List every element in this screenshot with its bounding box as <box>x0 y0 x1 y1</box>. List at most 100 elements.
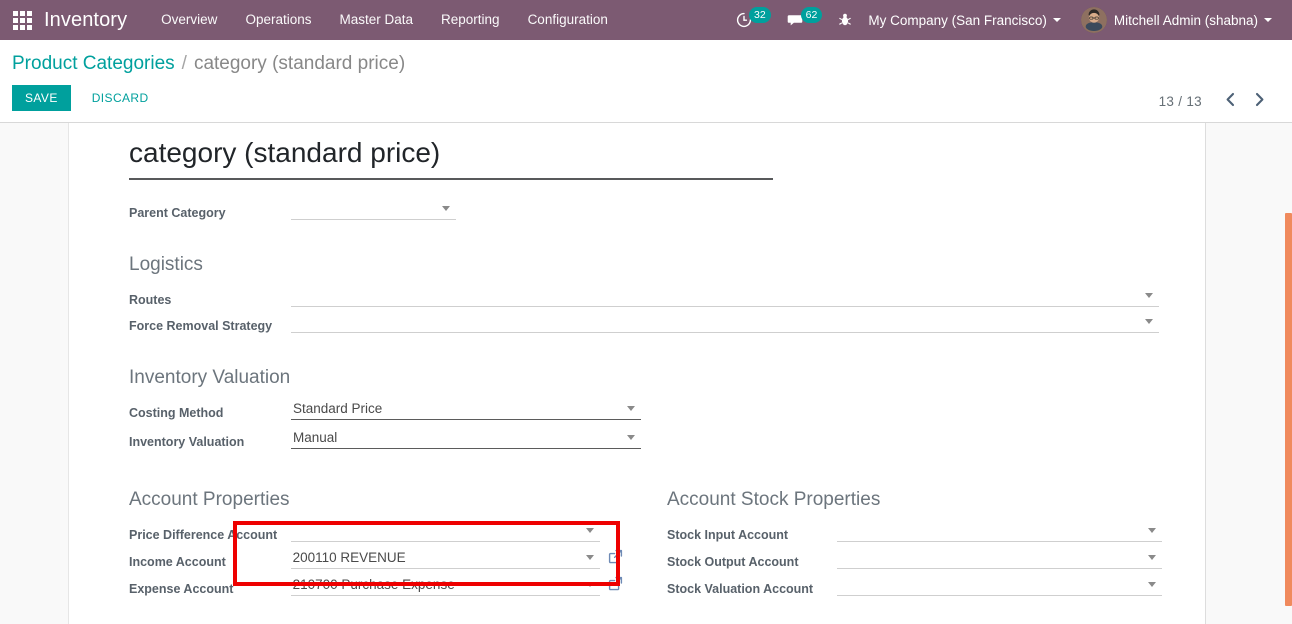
value-costing-method: Standard Price <box>293 401 383 416</box>
breadcrumb-product-categories[interactable]: Product Categories <box>12 53 175 75</box>
activities-count-badge: 32 <box>748 6 771 24</box>
chevron-down-icon <box>1052 18 1061 22</box>
field-force-removal-strategy[interactable] <box>281 307 1159 333</box>
menu-item-master-data[interactable]: Master Data <box>325 0 427 40</box>
field-row-price-difference-account: Price Difference Account <box>129 516 629 542</box>
field-parent-category[interactable] <box>281 194 456 220</box>
top-navbar: Inventory Overview Operations Master Dat… <box>0 0 1292 40</box>
chevron-down-icon <box>1148 582 1156 587</box>
activities-menu-button[interactable]: 32 <box>726 0 777 40</box>
menu-item-configuration[interactable]: Configuration <box>514 0 622 40</box>
pager-previous-button[interactable] <box>1216 92 1245 110</box>
account-stock-properties-fields: Stock Input Account Stock Output Account <box>667 516 1162 596</box>
field-row-routes: Routes <box>129 281 1159 307</box>
chevron-left-icon <box>1226 92 1235 107</box>
chevron-down-icon <box>627 435 635 440</box>
section-title-account-properties: Account Properties <box>129 489 290 510</box>
breadcrumb: Product Categories / category (standard … <box>12 40 1280 75</box>
form-sheet-inner: category (standard price) Parent Categor… <box>99 123 1175 609</box>
record-action-buttons: SAVE DISCARD <box>12 85 1280 111</box>
menu-item-reporting[interactable]: Reporting <box>427 0 514 40</box>
income-account-open-button[interactable] <box>600 542 629 569</box>
form-sheet: category (standard price) Parent Categor… <box>68 123 1206 624</box>
field-stock-valuation-account[interactable] <box>827 569 1162 596</box>
menu-item-overview[interactable]: Overview <box>147 0 231 40</box>
chevron-down-icon <box>1148 555 1156 560</box>
label-income-account: Income Account <box>129 555 226 569</box>
field-inventory-valuation[interactable]: Manual <box>281 420 641 449</box>
logistics-fields: Routes Force Removal Strategy <box>129 281 1159 333</box>
breadcrumb-separator: / <box>181 53 187 74</box>
field-price-difference-account-link-cell <box>600 516 629 542</box>
user-name: Mitchell Admin (shabna) <box>1113 12 1258 28</box>
vertical-scrollbar-track[interactable] <box>1284 123 1292 624</box>
value-income-account: 200110 REVENUE <box>292 550 406 565</box>
accounts-columns: Account Properties Price Difference Acco… <box>129 489 1175 609</box>
parent-category-group: Parent Category <box>129 194 456 220</box>
field-expense-account[interactable]: 210700 Purchase Expense <box>281 569 600 596</box>
field-row-stock-input-account: Stock Input Account <box>667 516 1162 542</box>
label-costing-method: Costing Method <box>129 406 224 420</box>
chevron-down-icon <box>585 555 594 560</box>
chevron-down-icon <box>585 582 594 587</box>
label-stock-output-account: Stock Output Account <box>667 555 799 569</box>
account-properties-group: Account Properties Price Difference Acco… <box>129 489 629 596</box>
debug-menu-button[interactable] <box>828 0 858 40</box>
logistics-group: Logistics Routes Force Removal Strategy <box>129 254 1175 333</box>
pager-next-button[interactable] <box>1245 92 1274 110</box>
company-switcher[interactable]: My Company (San Francisco) <box>858 0 1071 40</box>
label-stock-valuation-account: Stock Valuation Account <box>667 582 814 596</box>
main-menu: Overview Operations Master Data Reportin… <box>147 0 622 40</box>
field-costing-method[interactable]: Standard Price <box>281 394 641 420</box>
field-row-expense-account: Expense Account 210700 Purchase Expense <box>129 569 629 596</box>
navbar-systray: 32 62 My Company (San Francisco) Mitchel… <box>726 0 1292 40</box>
messaging-menu-button[interactable]: 62 <box>777 0 829 40</box>
field-row-costing-method: Costing Method Standard Price <box>129 394 641 420</box>
apps-menu-button[interactable] <box>0 0 44 40</box>
field-price-difference-account[interactable] <box>281 516 600 542</box>
label-expense-account: Expense Account <box>129 582 234 596</box>
control-panel: Product Categories / category (standard … <box>0 40 1292 123</box>
chevron-down-icon <box>1264 18 1272 22</box>
chevron-right-icon <box>1255 92 1264 107</box>
account-stock-properties-group: Account Stock Properties Stock Input Acc… <box>667 489 1167 596</box>
label-routes: Routes <box>129 293 172 307</box>
label-inventory-valuation: Inventory Valuation <box>129 435 245 449</box>
chevron-down-icon <box>627 406 635 411</box>
field-stock-output-account[interactable] <box>827 542 1162 569</box>
field-routes[interactable] <box>281 281 1159 307</box>
record-pager: 13 / 13 <box>1159 92 1274 110</box>
value-inventory-valuation: Manual <box>293 430 338 445</box>
label-parent-category: Parent Category <box>129 206 226 220</box>
expense-account-open-button[interactable] <box>600 569 629 596</box>
field-row-inventory-valuation: Inventory Valuation Manual <box>129 420 641 449</box>
chevron-down-icon <box>1145 293 1153 298</box>
external-link-icon <box>608 549 622 564</box>
field-row-stock-valuation-account: Stock Valuation Account <box>667 569 1162 596</box>
field-row-stock-output-account: Stock Output Account <box>667 542 1162 569</box>
form-view-content: category (standard price) Parent Categor… <box>0 123 1292 624</box>
section-title-inventory-valuation: Inventory Valuation <box>129 367 291 388</box>
pager-counter: 13 / 13 <box>1158 93 1202 109</box>
section-title-account-stock-properties: Account Stock Properties <box>667 489 881 510</box>
label-price-difference-account: Price Difference Account <box>129 528 278 542</box>
save-button[interactable]: SAVE <box>12 85 71 111</box>
avatar <box>1080 7 1107 33</box>
app-brand-inventory[interactable]: Inventory <box>44 9 147 32</box>
field-row-parent-category: Parent Category <box>129 194 456 220</box>
label-stock-input-account: Stock Input Account <box>667 528 789 542</box>
discard-button[interactable]: DISCARD <box>79 85 162 111</box>
label-force-removal-strategy: Force Removal Strategy <box>129 319 273 333</box>
apps-grid-icon <box>12 10 32 30</box>
field-income-account[interactable]: 200110 REVENUE <box>281 542 600 569</box>
page-title[interactable]: category (standard price) <box>129 135 773 180</box>
chevron-down-icon <box>442 206 450 211</box>
inventory-valuation-group: Inventory Valuation Costing Method Stand… <box>129 367 1175 449</box>
vertical-scrollbar-thumb[interactable] <box>1285 213 1292 606</box>
company-name: My Company (San Francisco) <box>868 12 1047 28</box>
menu-item-operations[interactable]: Operations <box>231 0 325 40</box>
field-row-income-account: Income Account 200110 REVENUE <box>129 542 629 569</box>
field-stock-input-account[interactable] <box>827 516 1162 542</box>
bug-icon <box>839 13 852 26</box>
user-menu[interactable]: Mitchell Admin (shabna) <box>1071 0 1282 40</box>
